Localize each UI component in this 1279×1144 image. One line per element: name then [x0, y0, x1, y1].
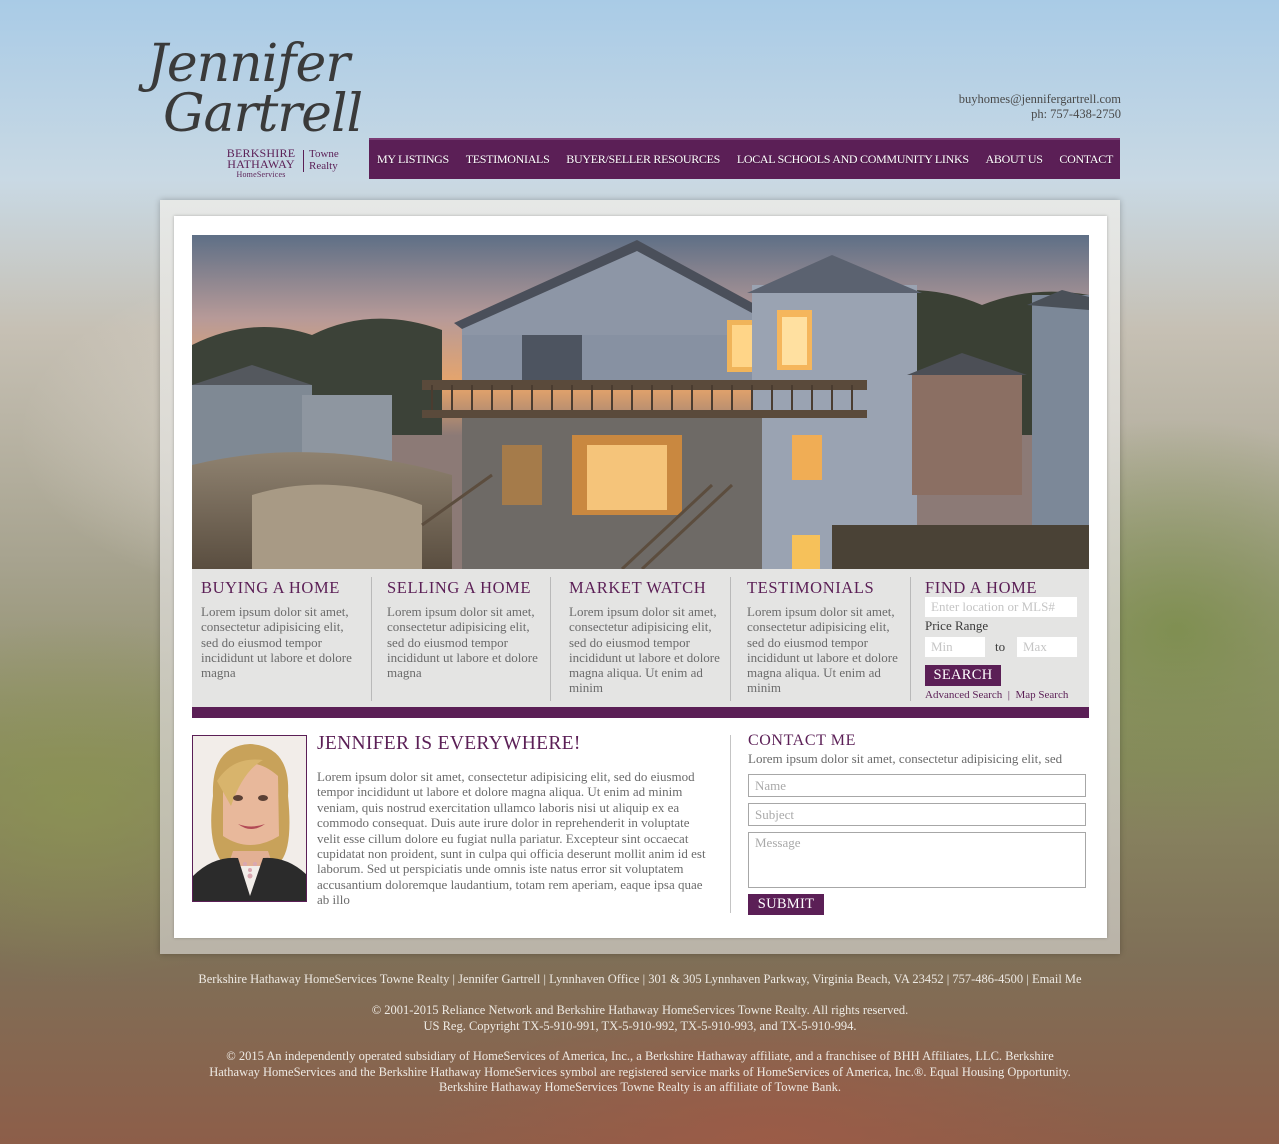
- feature-buying-text: Lorem ipsum dolor sit amet, consectetur …: [201, 604, 352, 681]
- footer-address-text: Berkshire Hathaway HomeServices Towne Re…: [198, 972, 1029, 986]
- column-divider: [730, 735, 731, 913]
- section-divider-bar: [192, 707, 1089, 718]
- hero-illustration: [192, 235, 1089, 569]
- brand-line-2: HATHAWAY: [227, 157, 295, 171]
- feature-market-watch-title[interactable]: MARKET WATCH: [569, 578, 727, 598]
- footer-address: Berkshire Hathaway HomeServices Towne Re…: [160, 972, 1120, 988]
- feature-selling-title[interactable]: SELLING A HOME: [387, 578, 547, 598]
- footer-legal-line-2: Hathaway HomeServices and the Berkshire …: [209, 1064, 1071, 1079]
- footer-email-link[interactable]: Email Me: [1032, 972, 1082, 986]
- feature-testimonials-title[interactable]: TESTIMONIALS: [747, 578, 905, 598]
- nav-local-schools[interactable]: LOCAL SCHOOLS AND COMMUNITY LINKS: [737, 152, 969, 167]
- footer-legal: © 2015 An independently operated subsidi…: [160, 1049, 1120, 1096]
- footer-copyright: © 2001-2015 Reliance Network and Berkshi…: [160, 1003, 1120, 1034]
- feature-divider: [550, 577, 551, 701]
- header-phone: ph: 757-438-2750: [1031, 107, 1121, 121]
- feature-divider: [730, 577, 731, 701]
- main-nav: MY LISTINGS TESTIMONIALS BUYER/SELLER RE…: [369, 138, 1120, 179]
- nav-contact[interactable]: CONTACT: [1059, 152, 1113, 167]
- footer-legal-line-3: Berkshire Hathaway HomeServices Towne Re…: [439, 1080, 841, 1094]
- feature-divider: [910, 577, 911, 701]
- footer-copyright-line-1: © 2001-2015 Reliance Network and Berkshi…: [371, 1003, 909, 1017]
- nav-about-us[interactable]: ABOUT US: [986, 152, 1043, 167]
- footer-copyright-line-2: US Reg. Copyright TX-5-910-991, TX-5-910…: [423, 1018, 857, 1033]
- feature-strip: BUYING A HOME Lorem ipsum dolor sit amet…: [192, 569, 1089, 707]
- feature-testimonials-text: Lorem ipsum dolor sit amet, consectetur …: [747, 604, 898, 696]
- feature-buying[interactable]: BUYING A HOME Lorem ipsum dolor sit amet…: [201, 569, 361, 701]
- feature-buying-title[interactable]: BUYING A HOME: [201, 578, 361, 598]
- hero-house-photo: [192, 235, 1089, 569]
- site-logo[interactable]: Jennifer Gartrell BERKSHIRE HATHAWAY Hom…: [143, 30, 368, 180]
- contact-message-input[interactable]: [748, 832, 1086, 888]
- find-home-title: FIND A HOME: [925, 578, 1038, 597]
- agent-portrait: [192, 735, 307, 902]
- nav-buyer-seller-resources[interactable]: BUYER/SELLER RESOURCES: [566, 152, 720, 167]
- feature-divider: [371, 577, 372, 701]
- office-mark: Towne Realty: [309, 148, 339, 172]
- feature-testimonials[interactable]: TESTIMONIALS Lorem ipsum dolor sit amet,…: [747, 569, 905, 701]
- brand-line-3: HomeServices: [236, 170, 286, 179]
- footer-legal-line-1: © 2015 An independently operated subsidi…: [226, 1049, 1054, 1063]
- contact-subject-input[interactable]: [748, 803, 1086, 826]
- about-text: Lorem ipsum dolor sit amet, consectetur …: [317, 769, 706, 908]
- location-search-input[interactable]: [925, 597, 1077, 617]
- price-max-input[interactable]: [1017, 637, 1077, 657]
- contact-title: CONTACT ME: [748, 732, 856, 749]
- price-range-label: Price Range: [925, 618, 989, 633]
- contact-submit-button[interactable]: SUBMIT: [748, 894, 824, 915]
- contact-description: Lorem ipsum dolor sit amet, consectetur …: [748, 751, 1063, 766]
- brand-mark: BERKSHIRE HATHAWAY HomeServices: [221, 147, 301, 179]
- portrait-illustration: [193, 736, 306, 901]
- price-to-label: to: [995, 639, 1006, 654]
- header-email-link[interactable]: buyhomes@jennifergartrell.com: [959, 92, 1121, 107]
- nav-my-listings[interactable]: MY LISTINGS: [377, 152, 449, 167]
- office-line-1: Towne: [309, 148, 339, 160]
- logo-divider: [303, 150, 304, 172]
- feature-selling[interactable]: SELLING A HOME Lorem ipsum dolor sit ame…: [387, 569, 547, 701]
- header-contact: buyhomes@jennifergartrell.com ph: 757-43…: [959, 92, 1121, 122]
- logo-first-name: Jennifer: [147, 34, 350, 94]
- search-links: Advanced Search | Map Search: [925, 689, 1068, 701]
- logo-last-name: Gartrell: [163, 84, 363, 144]
- feature-market-watch[interactable]: MARKET WATCH Lorem ipsum dolor sit amet,…: [569, 569, 727, 701]
- office-line-2: Realty: [309, 160, 338, 172]
- advanced-search-link[interactable]: Advanced Search: [925, 689, 1002, 701]
- contact-name-input[interactable]: [748, 774, 1086, 797]
- feature-market-watch-text: Lorem ipsum dolor sit amet, consectetur …: [569, 604, 720, 696]
- search-button[interactable]: SEARCH: [925, 665, 1001, 686]
- nav-testimonials[interactable]: TESTIMONIALS: [466, 152, 550, 167]
- feature-selling-text: Lorem ipsum dolor sit amet, consectetur …: [387, 604, 538, 681]
- price-min-input[interactable]: [925, 637, 985, 657]
- link-separator: |: [1007, 689, 1010, 701]
- map-search-link[interactable]: Map Search: [1015, 689, 1068, 701]
- about-title: JENNIFER IS EVERYWHERE!: [317, 733, 581, 754]
